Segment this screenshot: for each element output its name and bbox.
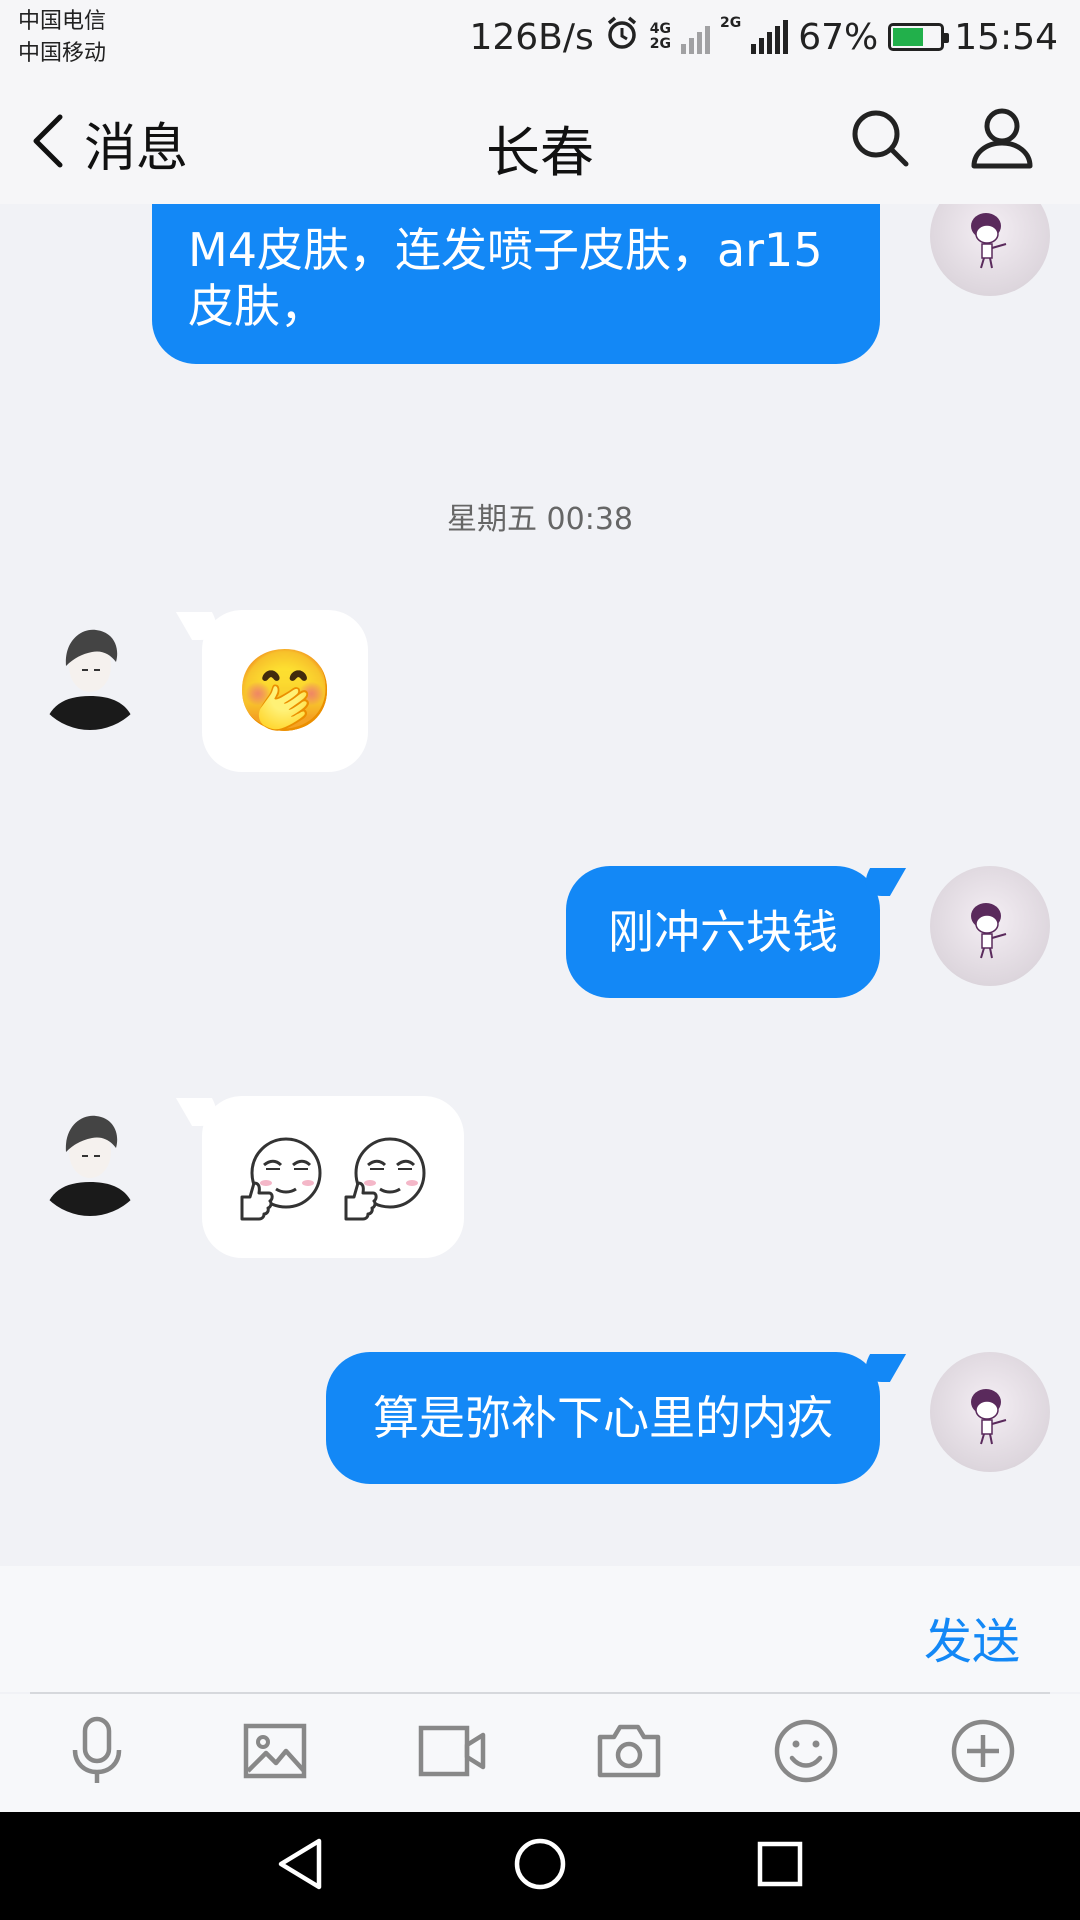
emoji-icon <box>773 1718 839 1788</box>
emoji-button[interactable] <box>766 1716 846 1790</box>
message-bubble-incoming[interactable] <box>202 1096 464 1258</box>
recents-square-icon <box>755 1839 805 1893</box>
voice-button[interactable] <box>57 1716 137 1790</box>
avatar-contact[interactable] <box>30 1096 150 1216</box>
send-button[interactable]: 发送 <box>924 1602 1020 1672</box>
clock: 15:54 <box>954 16 1058 58</box>
system-nav-bar <box>0 1812 1080 1920</box>
battery-level <box>893 28 923 46</box>
status-indicators: 126B/s 4G 2G 2G 67% 15:54 <box>469 12 1058 62</box>
camera-icon <box>596 1723 662 1783</box>
search-button[interactable] <box>840 100 920 180</box>
carrier-names: 中国电信 中国移动 <box>18 6 106 70</box>
back-triangle-icon <box>275 1837 325 1895</box>
message-input[interactable] <box>30 1586 850 1672</box>
nav-back-button[interactable] <box>268 1834 332 1898</box>
avatar-contact[interactable] <box>30 610 150 730</box>
signal-icon <box>751 20 789 54</box>
avatar-person-icon <box>44 629 136 730</box>
avatar-self[interactable] <box>930 204 1050 296</box>
image-icon <box>243 1723 307 1783</box>
camera-button[interactable] <box>589 1716 669 1790</box>
battery-percent: 67% <box>798 16 879 58</box>
avatar-person-icon <box>44 1115 136 1216</box>
message-text: 刚冲六块钱 <box>608 905 838 959</box>
carrier-2: 中国移动 <box>18 41 107 66</box>
avatar-cartoon-icon <box>971 213 1007 269</box>
network-type-2: 2G <box>720 15 742 31</box>
message-input-bar: 发送 <box>0 1566 1080 1692</box>
thumbs-up-smirk-icon <box>344 1137 426 1221</box>
timestamp: 星期五 00:38 <box>447 502 633 537</box>
message-bubble-incoming[interactable]: 🤭 <box>202 610 368 772</box>
network-speed: 126B/s <box>469 16 594 58</box>
message-text: M4皮肤，连发喷子皮肤，ar15皮肤， <box>188 223 823 333</box>
search-icon <box>848 106 912 174</box>
video-icon <box>418 1725 486 1781</box>
more-button[interactable] <box>943 1716 1023 1790</box>
avatar-cartoon-icon <box>971 903 1007 959</box>
input-toolbar <box>0 1694 1080 1812</box>
message-bubble-outgoing[interactable]: M4皮肤，连发喷子皮肤，ar15皮肤， <box>152 204 880 364</box>
message-bubble-outgoing[interactable]: 刚冲六块钱 <box>566 866 880 998</box>
message-bubble-outgoing[interactable]: 算是弥补下心里的内疚 <box>326 1352 880 1484</box>
avatar-self[interactable] <box>930 866 1050 986</box>
thumbs-up-smirk-icon <box>240 1137 322 1221</box>
avatar-self[interactable] <box>930 1352 1050 1472</box>
chat-header: 消息 长春 <box>0 80 1080 204</box>
profile-button[interactable] <box>962 100 1042 180</box>
video-button[interactable] <box>412 1716 492 1790</box>
message-text: 算是弥补下心里的内疚 <box>373 1391 833 1445</box>
nav-home-button[interactable] <box>508 1834 572 1898</box>
emoji-message: 🤭 <box>235 644 335 737</box>
image-button[interactable] <box>235 1716 315 1790</box>
carrier-1: 中国电信 <box>18 9 107 34</box>
message-list[interactable]: M4皮肤，连发喷子皮肤，ar15皮肤， 星期五 00:38 🤭 刚冲六块钱 算是… <box>0 204 1080 1566</box>
plus-icon <box>950 1718 1016 1788</box>
alarm-icon <box>604 15 640 60</box>
nav-recents-button[interactable] <box>748 1834 812 1898</box>
microphone-icon <box>69 1716 125 1790</box>
signal-icon <box>681 20 710 54</box>
profile-icon <box>969 105 1035 175</box>
home-circle-icon <box>513 1837 567 1895</box>
network-type-1: 4G 2G <box>649 21 671 52</box>
battery-icon <box>888 23 950 51</box>
avatar-cartoon-icon <box>971 1389 1007 1445</box>
status-bar: 中国电信 中国移动 126B/s 4G 2G 2G 67% 15:54 <box>0 0 1080 80</box>
